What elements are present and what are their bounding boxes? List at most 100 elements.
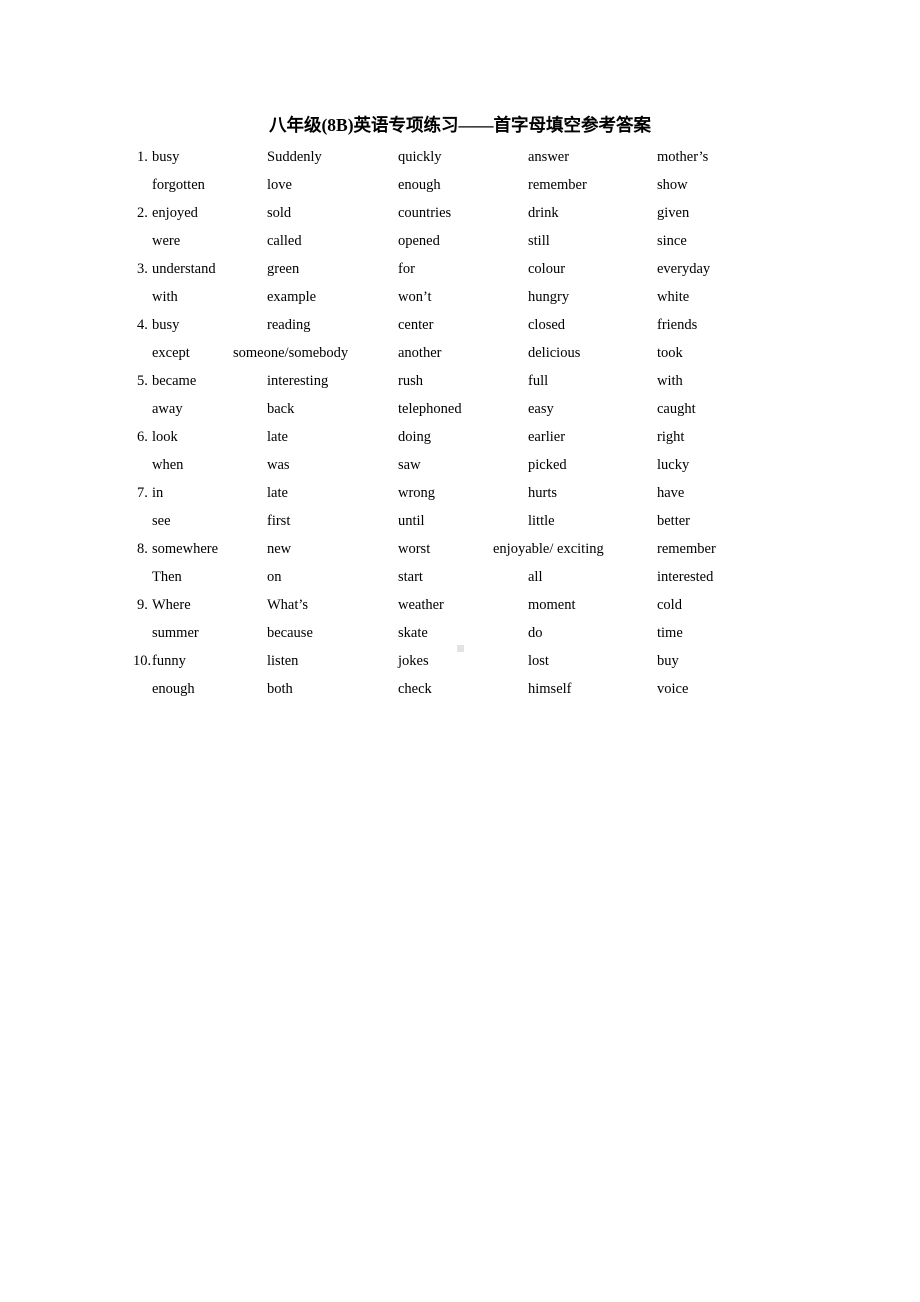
answer-cell: opened: [398, 233, 440, 249]
answer-cell: doing: [398, 429, 432, 445]
answer-cell: all: [528, 569, 543, 585]
item-number: 6.: [137, 429, 148, 445]
answer-row: were called opened still since: [0, 227, 920, 255]
answer-row: with example won’t hungry white: [0, 283, 920, 311]
answer-cell: was: [267, 457, 290, 473]
answer-cell: closed: [528, 317, 566, 333]
answer-cell: drink: [528, 205, 559, 221]
answer-cell: picked: [528, 457, 567, 473]
answer-cell: because: [267, 625, 313, 641]
item-number: 10.: [133, 653, 152, 669]
answer-cell: enjoyable/ exciting: [493, 541, 604, 557]
answer-row: except someone/somebody another deliciou…: [0, 339, 920, 367]
answer-row: 3. understand green for colour everyday: [0, 255, 920, 283]
answer-cell: except: [152, 345, 190, 361]
answer-row: when was saw picked lucky: [0, 451, 920, 479]
answer-cell: worst: [398, 541, 431, 557]
answer-cell: somewhere: [152, 541, 219, 557]
answer-cell: reading: [267, 317, 311, 333]
answer-cell: right: [657, 429, 685, 445]
answer-row: 2. enjoyed sold countries drink given: [0, 199, 920, 227]
answer-cell: on: [267, 569, 282, 585]
answer-cell: time: [657, 625, 683, 641]
answer-row: 8. somewhere new worst enjoyable/ exciti…: [0, 535, 920, 563]
answer-cell: sold: [267, 205, 292, 221]
answer-cell: away: [152, 401, 183, 417]
scan-artifact: [457, 645, 464, 652]
answer-cell: himself: [528, 681, 572, 697]
answer-cell: hungry: [528, 289, 570, 305]
item-number: 9.: [137, 597, 148, 613]
answer-row: summer because skate do time: [0, 619, 920, 647]
item-number: 7.: [137, 485, 148, 501]
answer-cell: back: [267, 401, 295, 417]
answer-cell: summer: [152, 625, 199, 641]
answer-cell: answer: [528, 149, 570, 165]
answer-cell: late: [267, 429, 288, 445]
answer-cell: given: [657, 205, 690, 221]
answer-cell: full: [528, 373, 549, 389]
answer-cell: check: [398, 681, 432, 697]
answer-row: Then on start all interested: [0, 563, 920, 591]
answer-cell: late: [267, 485, 288, 501]
answer-row: 5. became interesting rush full with: [0, 367, 920, 395]
answer-cell: another: [398, 345, 442, 361]
answer-cell: rush: [398, 373, 423, 389]
answer-cell: white: [657, 289, 690, 305]
answer-cell: love: [267, 177, 292, 193]
answer-cell: everyday: [657, 261, 711, 277]
answer-cell: cold: [657, 597, 682, 613]
answer-cell: better: [657, 513, 691, 529]
answer-cell: center: [398, 317, 434, 333]
answer-cell: became: [152, 373, 197, 389]
answer-cell: moment: [528, 597, 576, 613]
answer-cell: see: [152, 513, 171, 529]
answer-cell: with: [152, 289, 178, 305]
item-number: 2.: [137, 205, 148, 221]
answer-cell: for: [398, 261, 415, 277]
page-title: 八年级(8B)英语专项练习——首字母填空参考答案: [268, 115, 652, 135]
answer-row: 9. Where What’s weather moment cold: [0, 591, 920, 619]
answer-cell: lucky: [657, 457, 690, 473]
answer-cell: won’t: [398, 289, 432, 305]
answer-cell: friends: [657, 317, 698, 333]
answer-cell: quickly: [398, 149, 442, 165]
answer-cell: start: [398, 569, 423, 585]
answer-row: 4. busy reading center closed friends: [0, 311, 920, 339]
answer-row: forgotten love enough remember show: [0, 171, 920, 199]
answer-row: 1. busy Suddenly quickly answer mother’s: [0, 143, 920, 171]
answer-cell: little: [528, 513, 555, 529]
answer-row: 7. in late wrong hurts have: [0, 479, 920, 507]
answer-cell: show: [657, 177, 688, 193]
answer-cell: lost: [528, 653, 549, 669]
answer-cell: were: [152, 233, 181, 249]
answer-cell: weather: [398, 597, 444, 613]
answer-cell: buy: [657, 653, 679, 669]
answer-cell: remember: [657, 541, 716, 557]
answer-cell: delicious: [528, 345, 581, 361]
answer-cell: called: [267, 233, 302, 249]
answer-cell: interesting: [267, 373, 329, 389]
answer-cell: mother’s: [657, 149, 709, 165]
answer-cell: enough: [152, 681, 195, 697]
answer-cell: skate: [398, 625, 428, 641]
item-number: 5.: [137, 373, 148, 389]
answer-cell: until: [398, 513, 425, 529]
answer-row: 6. look late doing earlier right: [0, 423, 920, 451]
item-number: 4.: [137, 317, 148, 333]
answer-cell: enough: [398, 177, 441, 193]
answer-cell: earlier: [528, 429, 566, 445]
answer-cell: saw: [398, 457, 421, 473]
answer-key-grid: 1. busy Suddenly quickly answer mother’s…: [0, 143, 920, 703]
answer-cell: took: [657, 345, 683, 361]
answer-cell: Suddenly: [267, 149, 322, 165]
answer-cell: have: [657, 485, 685, 501]
answer-cell: countries: [398, 205, 452, 221]
answer-cell: in: [152, 485, 164, 501]
answer-cell: telephoned: [398, 401, 462, 417]
answer-cell: interested: [657, 569, 714, 585]
answer-cell: hurts: [528, 485, 557, 501]
answer-cell: caught: [657, 401, 696, 417]
document-page: 八年级(8B)英语专项练习——首字母填空参考答案 1. busy Suddenl…: [0, 0, 920, 1302]
answer-cell: Where: [152, 597, 191, 613]
